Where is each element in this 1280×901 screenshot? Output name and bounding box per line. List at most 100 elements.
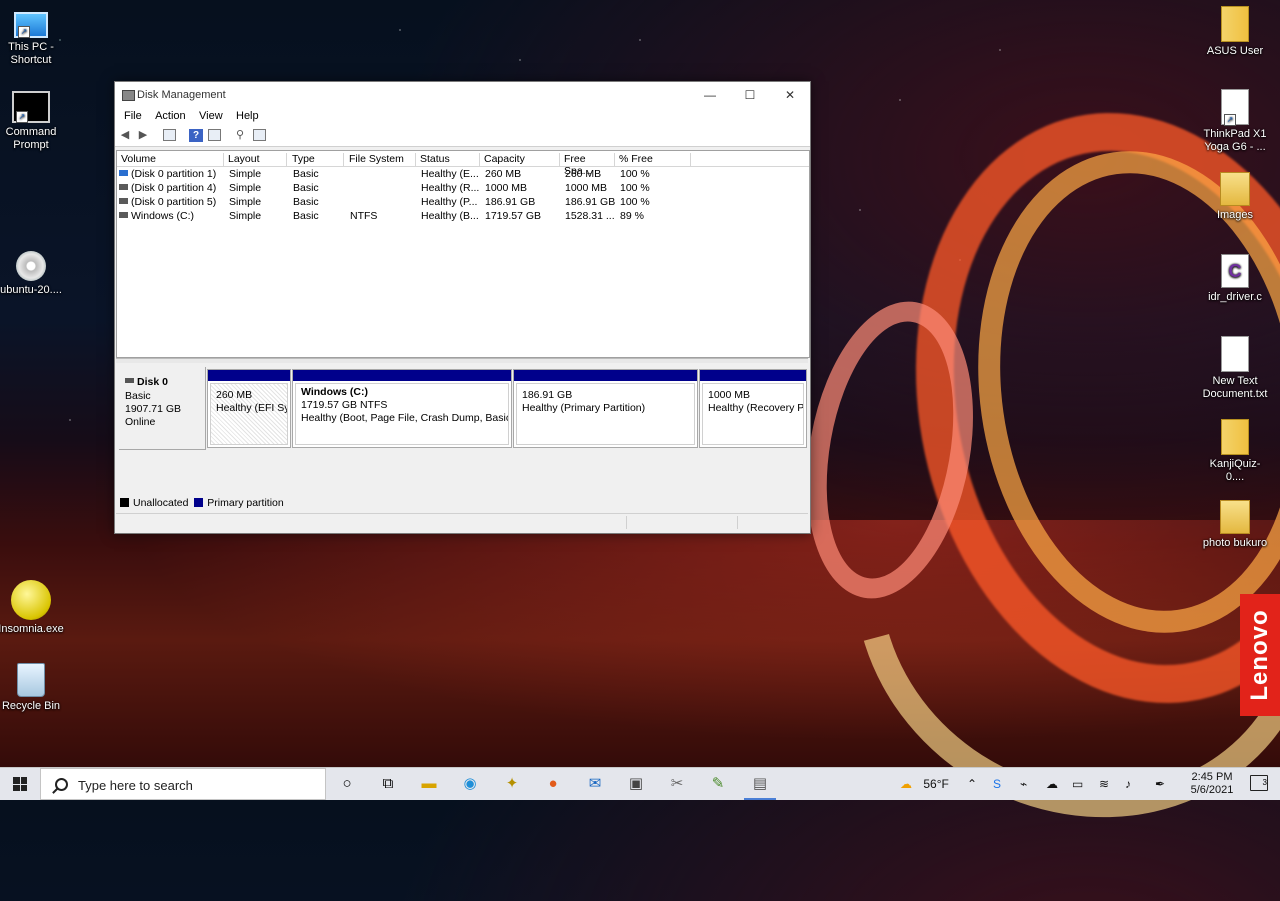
notification-center-icon[interactable]: 3 [1250,775,1268,791]
partition-bar [700,370,806,381]
volume-icon[interactable]: ♪ [1125,768,1131,800]
pen-icon[interactable]: ✒ [1155,768,1165,800]
refresh-icon[interactable] [208,129,221,141]
taskbar: Type here to search ○ ⧉ ▬ ◉ ✦ ● ✉ ▣ ✂ ✎ … [0,767,1280,800]
snipping-tool-icon[interactable]: ✂ [667,774,687,794]
maximize-button[interactable]: ☐ [730,82,770,108]
volume-status: Healthy (E... [421,168,479,180]
meet-now-icon[interactable]: ⌁ [1020,768,1027,800]
help-icon[interactable]: ? [189,129,203,142]
title-bar[interactable]: Disk Management — ☐ ✕ [115,82,810,108]
desktop-icon-kanjiquiz[interactable]: KanjiQuiz-0.... [1201,419,1269,484]
volume-type: Basic [293,210,319,222]
volume-percent-free: 89 % [620,210,644,222]
desktop-icon-ubuntu[interactable]: ubuntu-20.... [0,251,65,297]
menu-action[interactable]: Action [150,108,191,122]
command-prompt-icon: ↗ [12,91,50,123]
volume-list[interactable]: Volume Layout Type File System Status Ca… [116,150,810,358]
column-free-space[interactable]: Free Spa... [560,153,615,177]
settings-icon[interactable] [253,129,266,141]
back-arrow-icon[interactable]: ◀ [118,129,132,142]
column-percent-free[interactable]: % Free [615,153,691,166]
recycle-bin-icon [17,663,45,697]
partition-bar [208,370,290,381]
desktop-icon-new-text-document[interactable]: New Text Document.txt [1201,336,1269,401]
cortana-icon[interactable]: ○ [337,774,357,794]
disk-management-taskbar-icon[interactable]: ▤ [744,774,776,800]
clock[interactable]: 2:45 PM 5/6/2021 [1190,771,1234,797]
start-button[interactable] [0,768,40,800]
partition-efi[interactable]: 260 MB Healthy (EFI Syst [207,369,291,448]
menu-view[interactable]: View [194,108,228,122]
status-bar [116,513,808,532]
desktop-icon-images[interactable]: Images [1201,172,1269,222]
task-view-icon[interactable]: ⧉ [378,774,398,794]
edge-icon[interactable]: ◉ [460,774,480,794]
column-volume[interactable]: Volume [117,153,224,166]
disc-image-icon [16,251,46,281]
volume-fs: NTFS [350,210,378,222]
outlook-icon[interactable]: ✉ [585,774,605,794]
volume-row[interactable]: Windows (C:) Simple Basic NTFS Healthy (… [117,209,809,223]
show-hidden-icons[interactable]: ⌃ [967,768,977,800]
disk-management-window[interactable]: Disk Management — ☐ ✕ File Action View H… [114,81,811,534]
desktop-icon-idr-driver[interactable]: C idr_driver.c [1201,254,1269,304]
this-pc-icon: ↗ [14,12,48,38]
primary-partition-swatch [194,498,204,507]
drive-icon [119,184,128,190]
desktop-icon-photo-bukuro[interactable]: photo bukuro [1201,500,1269,550]
partition-windows-c[interactable]: Windows (C:) 1719.57 GB NTFS Healthy (Bo… [292,369,512,448]
partition-status: Healthy (Boot, Page File, Crash Dump, Ba… [301,412,509,424]
desktop-icon-label: Command Prompt [5,126,57,151]
desktop-icon-this-pc[interactable]: ↗ This PC - Shortcut [0,6,65,67]
forward-arrow-icon[interactable]: ▶ [136,129,150,142]
desktop-icon-insomnia[interactable]: Insomnia.exe [0,580,65,636]
desktop-icon-command-prompt[interactable]: ↗ Command Prompt [0,87,65,152]
weather-widget[interactable]: ☁ 56°F [900,768,949,800]
volume-layout: Simple [229,168,262,180]
desktop-icon-label: photo bukuro [1202,537,1268,549]
volume-percent-free: 100 % [620,168,650,180]
lenovo-logo: Lenovo [1240,594,1280,716]
window-title: Disk Management [137,89,226,101]
column-type[interactable]: Type [288,153,344,166]
close-button[interactable]: ✕ [770,82,810,108]
volume-type: Basic [293,168,319,180]
connect-icon[interactable]: ⚲ [233,129,247,142]
clock-date: 5/6/2021 [1190,784,1234,796]
search-box[interactable]: Type here to search [40,768,326,800]
column-status[interactable]: Status [416,153,480,166]
menu-help[interactable]: Help [231,108,264,122]
desktop-icon-thinkpad[interactable]: ↗ ThinkPad X1 Yoga G6 - ... [1201,89,1269,154]
properties-icon[interactable] [163,129,176,141]
firefox-icon[interactable]: ● [543,774,563,794]
battery-icon[interactable]: ▭ [1072,768,1083,800]
column-layout[interactable]: Layout [224,153,287,166]
column-file-system[interactable]: File System [345,153,416,166]
partition-recovery[interactable]: 1000 MB Healthy (Recovery Par [699,369,807,448]
volume-percent-free: 100 % [620,182,650,194]
desktop-icon-label: Images [1216,209,1254,221]
desktop-icon-recycle-bin[interactable]: Recycle Bin [0,663,65,713]
file-explorer-icon[interactable]: ▬ [419,774,439,794]
app-icon[interactable]: ✎ [708,774,728,794]
menu-file[interactable]: File [119,108,147,122]
volume-row[interactable]: (Disk 0 partition 1) Simple Basic Health… [117,167,809,181]
volume-row[interactable]: (Disk 0 partition 4) Simple Basic Health… [117,181,809,195]
desktop-icon-asus-user[interactable]: ASUS User [1201,6,1269,58]
column-capacity[interactable]: Capacity [480,153,560,166]
skype-icon[interactable]: S [993,768,1001,800]
pane-splitter[interactable] [116,358,808,363]
volume-row[interactable]: (Disk 0 partition 5) Simple Basic Health… [117,195,809,209]
desktop-icon-label: This PC - Shortcut [8,41,54,66]
disk-0-label[interactable]: Disk 0 Basic 1907.71 GB Online [119,367,206,450]
desktop-icon-label: Insomnia.exe [0,623,64,635]
wifi-icon[interactable]: ≋ [1099,768,1109,800]
clock-time: 2:45 PM [1191,771,1233,783]
volume-status: Healthy (B... [421,210,479,222]
store-icon[interactable]: ▣ [626,774,646,794]
onedrive-icon[interactable]: ☁ [1046,768,1058,800]
app-icon[interactable]: ✦ [502,774,522,794]
minimize-button[interactable]: — [690,82,730,108]
partition-primary[interactable]: 186.91 GB Healthy (Primary Partition) [513,369,698,448]
